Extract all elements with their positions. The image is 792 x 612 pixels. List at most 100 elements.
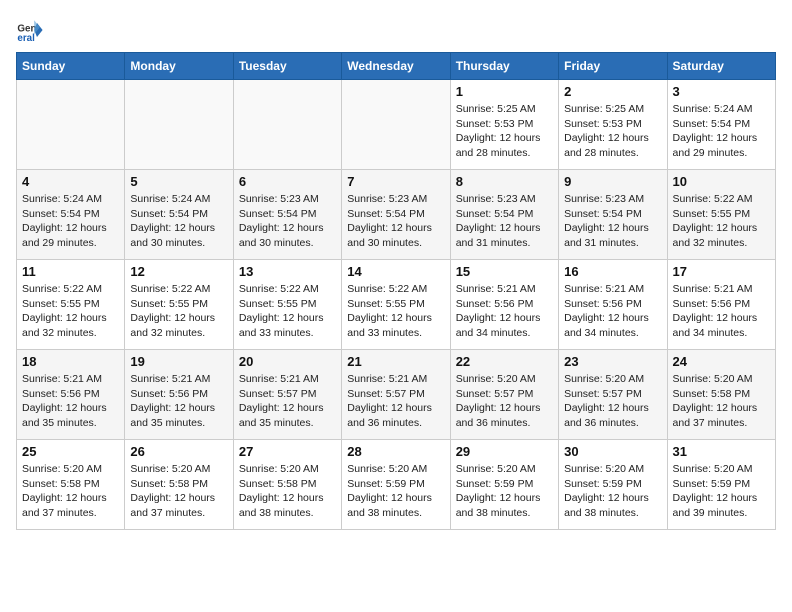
day-info: Sunrise: 5:20 AM Sunset: 5:59 PM Dayligh… [347,462,444,521]
day-info: Sunrise: 5:25 AM Sunset: 5:53 PM Dayligh… [564,102,661,161]
day-number: 5 [130,174,227,189]
day-info: Sunrise: 5:23 AM Sunset: 5:54 PM Dayligh… [239,192,336,251]
day-number: 14 [347,264,444,279]
calendar-cell: 30Sunrise: 5:20 AM Sunset: 5:59 PM Dayli… [559,440,667,530]
calendar-header-row: SundayMondayTuesdayWednesdayThursdayFrid… [17,53,776,80]
page-header: Gen eral [16,16,776,44]
calendar-week-1: 1Sunrise: 5:25 AM Sunset: 5:53 PM Daylig… [17,80,776,170]
logo-icon: Gen eral [16,16,44,44]
calendar-cell: 27 Sunrise: 5:20 AM Sunset: 5:58 PM Dayli… [233,440,341,530]
calendar-cell: 6 Sunrise: 5:23 AM Sunset: 5:54 PM Daylig… [233,170,341,260]
calendar-cell: 12 Sunrise: 5:22 AM Sunset: 5:55 PM Dayli… [125,260,233,350]
day-number: 27 [239,444,336,459]
day-number: 17 [673,264,770,279]
day-info: Sunrise: 5:20 AM Sunset: 5:58 PM Dayligh… [239,462,336,521]
day-number: 13 [239,264,336,279]
calendar-cell: 1Sunrise: 5:25 AM Sunset: 5:53 PM Daylig… [450,80,558,170]
day-number: 18 [22,354,119,369]
day-info: Sunrise: 5:23 AM Sunset: 5:54 PM Dayligh… [564,192,661,251]
day-info: Sunrise: 5:21 AM Sunset: 5:56 PM Dayligh… [673,282,770,341]
day-number: 25 [22,444,119,459]
day-number: 6 [239,174,336,189]
calendar-cell: 2Sunrise: 5:25 AM Sunset: 5:53 PM Daylig… [559,80,667,170]
calendar-cell: 17 Sunrise: 5:21 AM Sunset: 5:56 PM Dayli… [667,260,775,350]
day-number: 23 [564,354,661,369]
day-number: 7 [347,174,444,189]
day-number: 15 [456,264,553,279]
day-info: Sunrise: 5:22 AM Sunset: 5:55 PM Dayligh… [22,282,119,341]
day-number: 31 [673,444,770,459]
day-info: Sunrise: 5:20 AM Sunset: 5:58 PM Dayligh… [673,372,770,431]
day-info: Sunrise: 5:23 AM Sunset: 5:54 PM Dayligh… [347,192,444,251]
calendar-cell: 10 Sunrise: 5:22 AM Sunset: 5:55 PM Dayli… [667,170,775,260]
day-number: 11 [22,264,119,279]
calendar-cell: 13 Sunrise: 5:22 AM Sunset: 5:55 PM Dayli… [233,260,341,350]
calendar-cell: 31 Sunrise: 5:20 AM Sunset: 5:59 PM Dayli… [667,440,775,530]
day-number: 19 [130,354,227,369]
calendar-cell [233,80,341,170]
calendar-cell: 15 Sunrise: 5:21 AM Sunset: 5:56 PM Dayli… [450,260,558,350]
day-number: 26 [130,444,227,459]
column-header-saturday: Saturday [667,53,775,80]
calendar-cell: 4 Sunrise: 5:24 AM Sunset: 5:54 PM Daylig… [17,170,125,260]
calendar-cell: 22 Sunrise: 5:20 AM Sunset: 5:57 PM Dayli… [450,350,558,440]
day-info: Sunrise: 5:24 AM Sunset: 5:54 PM Dayligh… [22,192,119,251]
day-info: Sunrise: 5:20 AM Sunset: 5:57 PM Dayligh… [456,372,553,431]
calendar-cell: 16 Sunrise: 5:21 AM Sunset: 5:56 PM Dayli… [559,260,667,350]
calendar-cell: 11 Sunrise: 5:22 AM Sunset: 5:55 PM Dayli… [17,260,125,350]
column-header-monday: Monday [125,53,233,80]
calendar-week-2: 4 Sunrise: 5:24 AM Sunset: 5:54 PM Daylig… [17,170,776,260]
day-number: 9 [564,174,661,189]
day-info: Sunrise: 5:24 AM Sunset: 5:54 PM Dayligh… [130,192,227,251]
day-number: 12 [130,264,227,279]
calendar-cell: 7 Sunrise: 5:23 AM Sunset: 5:54 PM Daylig… [342,170,450,260]
calendar-week-3: 11 Sunrise: 5:22 AM Sunset: 5:55 PM Dayli… [17,260,776,350]
calendar-week-5: 25 Sunrise: 5:20 AM Sunset: 5:58 PM Dayli… [17,440,776,530]
day-info: Sunrise: 5:23 AM Sunset: 5:54 PM Dayligh… [456,192,553,251]
day-info: Sunrise: 5:24 AM Sunset: 5:54 PM Dayligh… [673,102,770,161]
day-number: 4 [22,174,119,189]
day-number: 3 [673,84,770,99]
day-info: Sunrise: 5:21 AM Sunset: 5:56 PM Dayligh… [130,372,227,431]
day-info: Sunrise: 5:25 AM Sunset: 5:53 PM Dayligh… [456,102,553,161]
day-number: 29 [456,444,553,459]
day-info: Sunrise: 5:22 AM Sunset: 5:55 PM Dayligh… [673,192,770,251]
day-number: 16 [564,264,661,279]
calendar-cell: 3 Sunrise: 5:24 AM Sunset: 5:54 PM Daylig… [667,80,775,170]
calendar-cell: 24 Sunrise: 5:20 AM Sunset: 5:58 PM Dayli… [667,350,775,440]
day-number: 24 [673,354,770,369]
day-info: Sunrise: 5:20 AM Sunset: 5:58 PM Dayligh… [22,462,119,521]
calendar-cell: 19 Sunrise: 5:21 AM Sunset: 5:56 PM Dayli… [125,350,233,440]
column-header-thursday: Thursday [450,53,558,80]
calendar-week-4: 18 Sunrise: 5:21 AM Sunset: 5:56 PM Dayli… [17,350,776,440]
calendar-cell: 26 Sunrise: 5:20 AM Sunset: 5:58 PM Dayli… [125,440,233,530]
calendar-cell: 8 Sunrise: 5:23 AM Sunset: 5:54 PM Daylig… [450,170,558,260]
calendar-cell: 18 Sunrise: 5:21 AM Sunset: 5:56 PM Dayli… [17,350,125,440]
day-info: Sunrise: 5:21 AM Sunset: 5:56 PM Dayligh… [22,372,119,431]
day-info: Sunrise: 5:22 AM Sunset: 5:55 PM Dayligh… [130,282,227,341]
calendar-cell: 29Sunrise: 5:20 AM Sunset: 5:59 PM Dayli… [450,440,558,530]
day-info: Sunrise: 5:21 AM Sunset: 5:56 PM Dayligh… [456,282,553,341]
calendar-cell [125,80,233,170]
day-info: Sunrise: 5:22 AM Sunset: 5:55 PM Dayligh… [239,282,336,341]
calendar-cell: 20Sunrise: 5:21 AM Sunset: 5:57 PM Dayli… [233,350,341,440]
day-number: 22 [456,354,553,369]
day-number: 30 [564,444,661,459]
day-number: 10 [673,174,770,189]
calendar-cell: 21 Sunrise: 5:21 AM Sunset: 5:57 PM Dayli… [342,350,450,440]
calendar-cell: 9 Sunrise: 5:23 AM Sunset: 5:54 PM Daylig… [559,170,667,260]
column-header-tuesday: Tuesday [233,53,341,80]
day-number: 21 [347,354,444,369]
column-header-wednesday: Wednesday [342,53,450,80]
calendar-table: SundayMondayTuesdayWednesdayThursdayFrid… [16,52,776,530]
day-info: Sunrise: 5:21 AM Sunset: 5:56 PM Dayligh… [564,282,661,341]
calendar-cell: 23 Sunrise: 5:20 AM Sunset: 5:57 PM Dayli… [559,350,667,440]
day-number: 8 [456,174,553,189]
day-info: Sunrise: 5:20 AM Sunset: 5:58 PM Dayligh… [130,462,227,521]
day-info: Sunrise: 5:21 AM Sunset: 5:57 PM Dayligh… [347,372,444,431]
column-header-friday: Friday [559,53,667,80]
calendar-cell: 28Sunrise: 5:20 AM Sunset: 5:59 PM Dayli… [342,440,450,530]
day-info: Sunrise: 5:20 AM Sunset: 5:57 PM Dayligh… [564,372,661,431]
calendar-cell: 5 Sunrise: 5:24 AM Sunset: 5:54 PM Daylig… [125,170,233,260]
day-info: Sunrise: 5:20 AM Sunset: 5:59 PM Dayligh… [673,462,770,521]
